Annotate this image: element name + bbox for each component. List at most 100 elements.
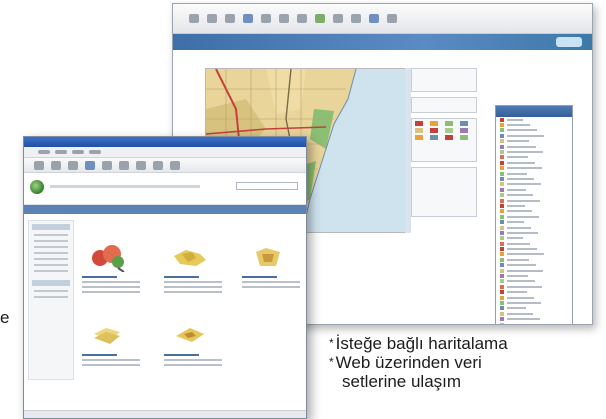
layer-swatch [500,133,504,138]
layer-label [507,253,544,256]
layer-list-item[interactable] [496,322,572,324]
layer-swatch [500,317,504,322]
layer-label [507,177,534,180]
forward-icon[interactable] [207,14,217,23]
legend-swatch [430,128,438,133]
bullet-text-3: setlerine ulaşım [342,372,462,391]
layer-label [507,194,533,197]
refresh-icon[interactable] [225,14,235,23]
layer-label [507,183,541,186]
layer-swatch [500,225,504,230]
layer-swatch [500,155,504,160]
print-icon[interactable] [351,14,361,23]
catalog-tile-map[interactable] [162,242,224,312]
catalog-content [80,218,302,414]
home-icon[interactable] [243,14,253,23]
query-panel[interactable] [411,167,477,217]
layer-swatch [500,252,504,257]
search-input[interactable] [236,182,298,190]
search-panel[interactable] [411,68,477,92]
layers-icon[interactable] [369,14,379,23]
pan-icon[interactable] [297,14,307,23]
legend-swatch [445,121,453,126]
layer-label [507,285,542,288]
layer-swatch [500,300,504,305]
legend-swatch [460,128,468,133]
layer-swatch [500,193,504,198]
back-icon[interactable] [189,14,199,23]
menu-item[interactable] [89,150,101,154]
zoom-out-icon[interactable] [279,14,289,23]
help-icon[interactable] [387,14,397,23]
catalog-tile-folder[interactable] [240,242,302,312]
menu-bar [24,147,306,158]
catalog-tile-layers[interactable] [80,320,142,390]
search-icon[interactable] [102,160,112,170]
layer-label [507,140,529,143]
layer-swatch [500,257,504,262]
forward-icon[interactable] [51,160,61,170]
mail-icon[interactable] [153,160,163,170]
layer-label [507,296,534,299]
layer-swatch [500,176,504,181]
layer-label [507,210,532,213]
layer-label [507,118,523,121]
window-titlebar[interactable] [24,137,306,147]
menu-item[interactable] [38,150,50,154]
address-panel[interactable] [411,97,477,113]
banner-logo-icon [556,37,582,47]
layer-label [507,151,543,154]
left-nav-link[interactable] [34,290,68,292]
layer-swatch [500,160,504,165]
layer-label [507,215,539,218]
left-nav-link[interactable] [34,264,68,266]
home-icon[interactable] [85,160,95,170]
globe-logo-icon [30,180,44,194]
layer-swatch [500,284,504,289]
left-nav-link[interactable] [34,258,68,260]
measure-icon[interactable] [333,14,343,23]
bullet-item-2: * Web üzerinden veri [329,353,606,372]
folder-icon [256,248,280,266]
layer-swatch [500,236,504,241]
layer-swatch [500,198,504,203]
left-nav-link[interactable] [34,234,68,236]
print-icon[interactable] [170,160,180,170]
favorites-icon[interactable] [119,160,129,170]
menu-item[interactable] [55,150,67,154]
left-navigation [28,220,74,380]
layer-swatch [500,263,504,268]
layer-label [507,188,526,191]
layer-list-panel[interactable] [495,105,573,324]
left-nav-link[interactable] [34,246,68,248]
catalog-tile-people[interactable] [80,242,142,312]
left-nav-link[interactable] [34,296,68,298]
cut-off-caption-fragment: e [0,308,10,327]
tile-text [242,276,300,291]
bullet-star-icon: * [329,336,334,350]
layer-swatch [500,322,504,324]
layer-list [496,117,572,324]
catalog-window[interactable] [23,136,307,419]
layer-swatch [500,220,504,225]
layer-list-header [496,106,572,117]
left-nav-link[interactable] [34,270,68,272]
legend-swatches [415,121,473,140]
layer-swatch [500,117,504,122]
left-nav-link[interactable] [34,240,68,242]
zoom-in-icon[interactable] [261,14,271,23]
back-icon[interactable] [34,160,44,170]
menu-item[interactable] [72,150,84,154]
stop-icon[interactable] [68,160,78,170]
layer-label [507,258,529,261]
layer-label [507,134,544,137]
status-bar [24,410,306,418]
layer-label [507,161,535,164]
history-icon[interactable] [136,160,146,170]
left-nav-link[interactable] [34,252,68,254]
layer-label [507,156,528,159]
layer-label [507,269,543,272]
layer-label [507,226,531,229]
identify-icon[interactable] [315,14,325,23]
catalog-tile-chart[interactable] [162,320,224,390]
